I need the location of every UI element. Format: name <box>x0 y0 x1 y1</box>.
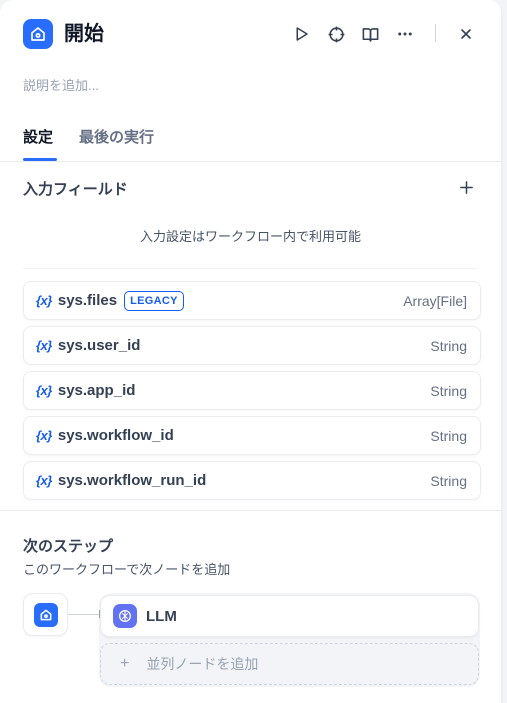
add-parallel-label: 並列ノードを追加 <box>146 656 259 672</box>
panel-header: 開始 <box>0 0 501 70</box>
variable-type: String <box>430 337 467 354</box>
node-connector <box>68 614 100 615</box>
current-node <box>23 593 68 636</box>
llm-icon <box>113 604 137 628</box>
variable-icon: {x} <box>36 428 52 443</box>
variable-name: sys.app_id <box>57 382 136 399</box>
tab-last-run[interactable]: 最後の実行 <box>79 126 154 147</box>
variable-name: sys.user_id <box>57 337 141 354</box>
run-icon[interactable] <box>289 22 313 46</box>
close-icon[interactable] <box>454 22 478 46</box>
variable-row[interactable]: {x} sys.workflow_id String <box>23 416 481 455</box>
variable-type: Array[File] <box>403 292 467 309</box>
input-fields-hint: 入力設定はワークフロー内で利用可能 <box>139 229 361 244</box>
variable-name: sys.files <box>57 292 118 309</box>
locate-icon[interactable] <box>324 22 348 46</box>
variable-icon: {x} <box>36 338 52 353</box>
variable-name: sys.workflow_id <box>57 427 174 444</box>
tab-bar: 設定 最後の実行 <box>0 118 501 162</box>
add-parallel-node-button[interactable]: + 並列ノードを追加 <box>100 643 479 685</box>
hint-divider <box>23 268 478 269</box>
more-icon[interactable] <box>393 22 417 46</box>
book-icon[interactable] <box>358 22 382 46</box>
next-step-subtitle: このワークフローで次ノードを追加 <box>23 562 231 577</box>
node-panel: 開始 説明を追加... 設定 最後の実行 入力フィールド 入力設定はワークフロー… <box>0 0 501 703</box>
next-node-label: LLM <box>146 607 177 625</box>
start-node-icon <box>23 19 53 49</box>
next-node-llm[interactable]: LLM <box>100 595 479 637</box>
variable-type: String <box>430 427 467 444</box>
variable-row[interactable]: {x} sys.files LEGACY Array[File] <box>23 281 481 320</box>
variable-row[interactable]: {x} sys.workflow_run_id String <box>23 461 481 500</box>
add-input-field-button[interactable] <box>456 177 476 197</box>
variable-row[interactable]: {x} sys.app_id String <box>23 371 481 410</box>
home-icon <box>33 602 58 627</box>
page-title[interactable]: 開始 <box>64 22 104 46</box>
plus-icon: + <box>120 655 130 672</box>
header-divider <box>435 24 436 42</box>
legacy-badge: LEGACY <box>124 290 184 311</box>
section-divider <box>0 510 501 511</box>
tab-settings[interactable]: 設定 <box>23 126 53 147</box>
variable-name: sys.workflow_run_id <box>57 472 207 489</box>
variable-icon: {x} <box>36 293 52 308</box>
input-fields-title: 入力フィールド <box>23 181 128 198</box>
variable-type: String <box>430 382 467 399</box>
active-tab-indicator <box>23 158 57 161</box>
description-input[interactable]: 説明を追加... <box>23 75 99 94</box>
variable-type: String <box>430 472 467 489</box>
variable-row[interactable]: {x} sys.user_id String <box>23 326 481 365</box>
next-step-title: 次のステップ <box>23 538 114 555</box>
variable-icon: {x} <box>36 383 52 398</box>
variable-icon: {x} <box>36 473 52 488</box>
